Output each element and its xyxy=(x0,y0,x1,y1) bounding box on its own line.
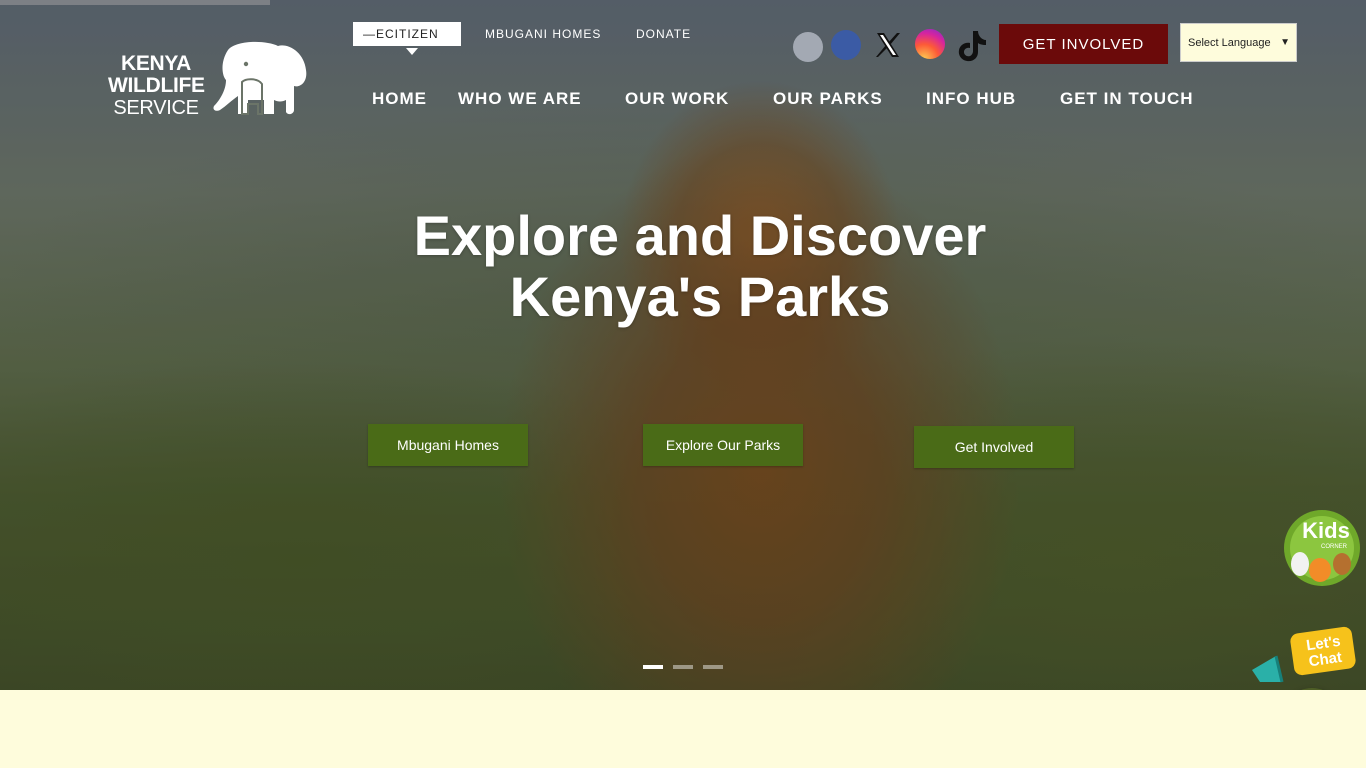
mbugani-homes-button[interactable]: Mbugani Homes xyxy=(368,424,528,466)
mbugani-homes-link[interactable]: MBUGANI HOMES xyxy=(485,27,601,41)
nav-get-in-touch[interactable]: GET IN TOUCH xyxy=(1060,89,1194,109)
slide-indicator-3[interactable] xyxy=(703,665,723,669)
kids-corner-badge[interactable]: Kids CORNER xyxy=(1276,506,1366,588)
logo-line-kenya: KENYA xyxy=(120,52,192,75)
logo-line-service: SERVICE xyxy=(113,97,199,119)
ecitizen-link[interactable]: —ECITIZEN xyxy=(353,22,461,46)
hero-title-line2: Kenya's Parks xyxy=(509,265,891,328)
instagram-icon[interactable] xyxy=(915,29,945,59)
slide-indicator-1[interactable] xyxy=(643,665,663,669)
elephant-logo-icon xyxy=(213,41,307,115)
language-select-value: Select Language xyxy=(1188,36,1271,49)
ecitizen-caret-icon xyxy=(406,48,418,55)
logo-line-wildlife: WILDLIFE xyxy=(108,74,205,97)
nav-our-parks[interactable]: OUR PARKS xyxy=(773,89,883,109)
chevron-down-icon: ▼ xyxy=(1280,37,1290,48)
explore-parks-button[interactable]: Explore Our Parks xyxy=(643,424,803,466)
hero-get-involved-button[interactable]: Get Involved xyxy=(914,426,1074,468)
get-involved-button[interactable]: GET INVOLVED xyxy=(999,24,1168,64)
lets-chat-promo[interactable]: Let's Chat xyxy=(1248,626,1358,694)
kids-badge-subtext: CORNER xyxy=(1321,544,1348,550)
nav-who-we-are[interactable]: WHO WE ARE xyxy=(458,89,582,109)
kws-logo[interactable]: KENYA WILDLIFE SERVICE xyxy=(108,40,312,120)
nav-our-work[interactable]: OUR WORK xyxy=(625,89,729,109)
kids-badge-text: Kids xyxy=(1302,518,1350,543)
language-select[interactable]: Select Language ▼ xyxy=(1180,23,1297,62)
hero-title-line1: Explore and Discover xyxy=(413,204,987,267)
loading-bar xyxy=(0,0,270,5)
donate-link[interactable]: DONATE xyxy=(636,27,691,41)
tiktok-icon[interactable] xyxy=(955,28,989,64)
hero-title: Explore and Discover Kenya's Parks xyxy=(340,205,1060,327)
x-icon[interactable] xyxy=(873,30,903,60)
logo-text: KENYA WILDLIFE SERVICE xyxy=(108,52,205,120)
nav-info-hub[interactable]: INFO HUB xyxy=(926,89,1016,109)
slide-indicator-2[interactable] xyxy=(673,665,693,669)
lower-section xyxy=(0,690,1366,768)
circle-icon[interactable] xyxy=(793,32,823,62)
facebook-icon[interactable] xyxy=(831,30,861,60)
nav-home[interactable]: HOME xyxy=(372,89,427,109)
